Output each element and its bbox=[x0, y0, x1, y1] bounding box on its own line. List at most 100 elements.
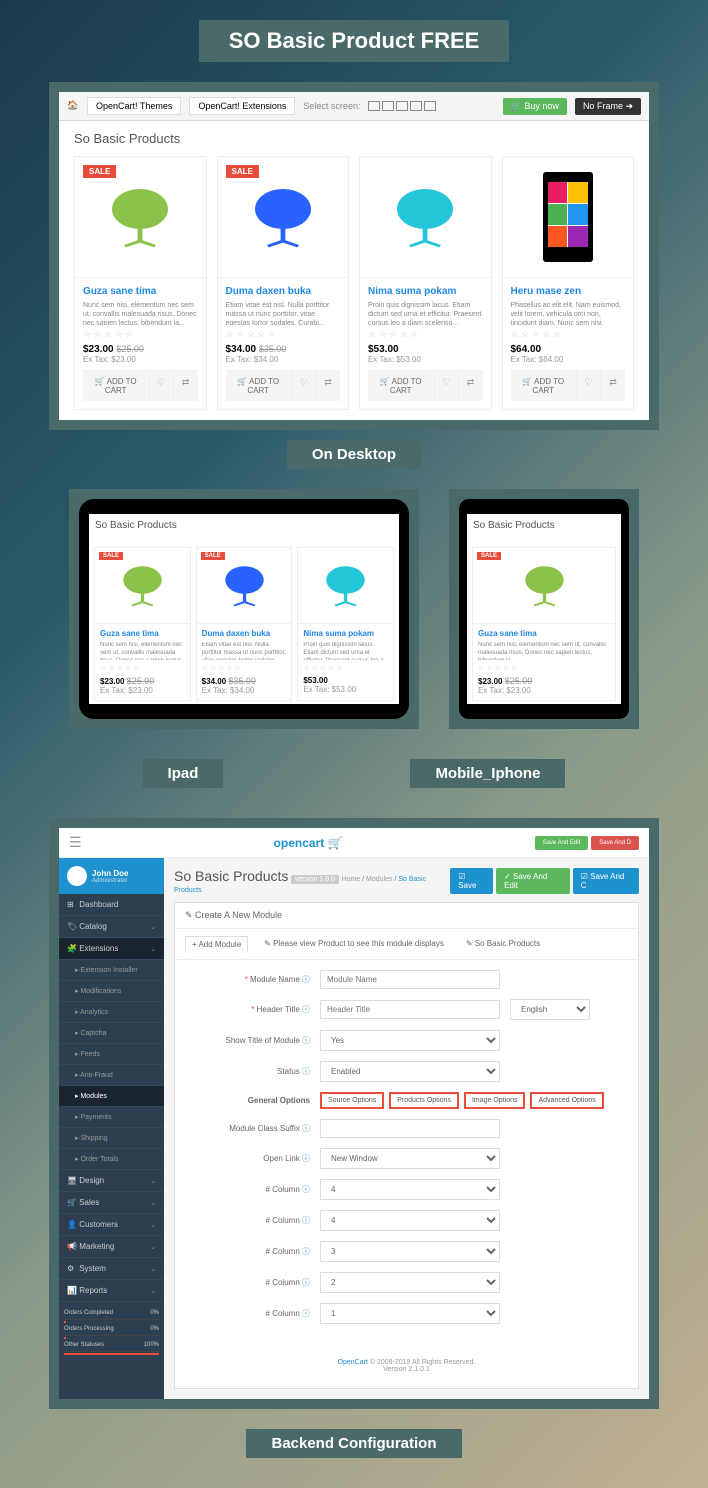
product-card[interactable]: Nima suma pokam Proin quis dignissim lac… bbox=[297, 547, 394, 701]
product-card[interactable]: SALE Duma daxen buka Etiam vitae est nis… bbox=[217, 156, 350, 410]
info-icon[interactable]: ⓘ bbox=[302, 1005, 310, 1014]
option-tab[interactable]: Image Options bbox=[464, 1092, 526, 1109]
show-title-select[interactable]: Yes bbox=[320, 1030, 500, 1051]
info-icon[interactable]: ⓘ bbox=[302, 1309, 310, 1318]
save-del-top[interactable]: Save And D bbox=[591, 836, 639, 850]
save-new-button[interactable]: ☑ Save And C bbox=[573, 868, 639, 894]
sidebar-item-modules[interactable]: ▸ Modules bbox=[59, 1086, 164, 1107]
product-card[interactable]: SALE Guza sane tima Nunc sem nisi, eleme… bbox=[74, 156, 207, 410]
form-label: # Column ⓘ bbox=[190, 1308, 310, 1319]
no-frame-button[interactable]: No Frame ➜ bbox=[575, 98, 641, 115]
tab-info[interactable]: ✎ Please view Product to see this module… bbox=[258, 936, 450, 952]
product-card[interactable]: SALE Guza sane tima Nunc sem nisi, eleme… bbox=[472, 547, 616, 701]
sidebar-item-catalog[interactable]: 🏷 Catalog⌄ bbox=[59, 916, 164, 938]
price-tax: Ex Tax: $23.00 bbox=[478, 686, 610, 695]
product-price: $53.00 bbox=[303, 676, 388, 685]
option-tab[interactable]: Advanced Options bbox=[530, 1092, 603, 1109]
sidebar-item-reports[interactable]: 📊 Reports⌄ bbox=[59, 1280, 164, 1302]
info-icon[interactable]: ⓘ bbox=[302, 1278, 310, 1287]
wishlist-icon[interactable]: ♡ bbox=[577, 371, 601, 401]
add-to-cart-button[interactable]: 🛒 ADD TO CART bbox=[83, 371, 150, 401]
wishlist-icon[interactable]: ♡ bbox=[150, 371, 174, 401]
compare-icon[interactable]: ⇄ bbox=[601, 371, 625, 401]
column-select-3[interactable]: 3 bbox=[320, 1241, 500, 1262]
info-icon[interactable]: ⓘ bbox=[302, 1067, 310, 1076]
info-icon[interactable]: ⓘ bbox=[302, 1154, 310, 1163]
column-select-2[interactable]: 4 bbox=[320, 1210, 500, 1231]
sidebar-item-modifications[interactable]: ▸ Modifications bbox=[59, 981, 164, 1002]
extensions-tab[interactable]: OpenCart! Extensions bbox=[189, 97, 295, 115]
module-name-input[interactable] bbox=[320, 970, 500, 989]
themes-tab[interactable]: OpenCart! Themes bbox=[87, 97, 181, 115]
compare-icon[interactable]: ⇄ bbox=[459, 371, 483, 401]
product-name[interactable]: Guza sane tima bbox=[100, 629, 185, 638]
sidebar-item-extensions[interactable]: 🧩 Extensions⌄ bbox=[59, 938, 164, 960]
hamburger-icon[interactable]: ☰ bbox=[69, 834, 82, 851]
info-icon[interactable]: ⓘ bbox=[302, 975, 310, 984]
product-card[interactable]: SALE Duma daxen buka Etiam vitae est nis… bbox=[196, 547, 293, 701]
user-block[interactable]: John DoeAdministrator bbox=[59, 858, 164, 894]
wishlist-icon[interactable]: ♡ bbox=[435, 371, 459, 401]
info-icon[interactable]: ⓘ bbox=[302, 1216, 310, 1225]
wishlist-icon[interactable]: ♡ bbox=[292, 371, 316, 401]
info-icon[interactable]: ⓘ bbox=[302, 1036, 310, 1045]
sidebar-item-sales[interactable]: 🛒 Sales⌄ bbox=[59, 1192, 164, 1214]
language-select[interactable]: English bbox=[510, 999, 590, 1020]
product-card[interactable]: Heru mase zen Phasellus ac elit elit. Na… bbox=[502, 156, 635, 410]
info-icon[interactable]: ⓘ bbox=[302, 1247, 310, 1256]
column-select-4[interactable]: 2 bbox=[320, 1272, 500, 1293]
sidebar-item-captcha[interactable]: ▸ Captcha bbox=[59, 1023, 164, 1044]
price-tax: Ex Tax: $53.00 bbox=[303, 685, 388, 694]
sidebar-item-feeds[interactable]: ▸ Feeds bbox=[59, 1044, 164, 1065]
rating-stars: ☆ ☆ ☆ ☆ ☆ bbox=[83, 329, 198, 340]
save-edit-button[interactable]: ✓ Save And Edit bbox=[496, 868, 570, 894]
tab-current[interactable]: ✎ So Basic Products bbox=[460, 936, 546, 952]
sidebar-item-analytics[interactable]: ▸ Analytics bbox=[59, 1002, 164, 1023]
menu-icon: 📊 bbox=[67, 1286, 77, 1295]
product-name[interactable]: Heru mase zen bbox=[511, 286, 626, 297]
product-name[interactable]: Guza sane tima bbox=[478, 629, 610, 638]
product-name[interactable]: Nima suma pokam bbox=[303, 629, 388, 638]
open-link-select[interactable]: New Window bbox=[320, 1148, 500, 1169]
add-to-cart-button[interactable]: 🛒 ADD TO CART bbox=[226, 371, 293, 401]
buy-now-button[interactable]: 🛒 Buy now bbox=[503, 98, 567, 115]
desktop-label: On Desktop bbox=[287, 440, 421, 469]
sidebar-item-marketing[interactable]: 📢 Marketing⌄ bbox=[59, 1236, 164, 1258]
sidebar-item-system[interactable]: ⚙ System⌄ bbox=[59, 1258, 164, 1280]
sidebar-item-dashboard[interactable]: ⊞ Dashboard bbox=[59, 894, 164, 916]
menu-icon: 🧩 bbox=[67, 944, 77, 953]
sidebar-item-extension-installer[interactable]: ▸ Extension Installer bbox=[59, 960, 164, 981]
info-icon[interactable]: ⓘ bbox=[302, 1124, 310, 1133]
tab-add-module[interactable]: + Add Module bbox=[185, 936, 248, 953]
column-select-5[interactable]: 1 bbox=[320, 1303, 500, 1324]
sidebar-item-customers[interactable]: 👤 Customers⌄ bbox=[59, 1214, 164, 1236]
sidebar-item-order-totals[interactable]: ▸ Order Totals bbox=[59, 1149, 164, 1170]
status-select[interactable]: Enabled bbox=[320, 1061, 500, 1082]
sidebar-item-payments[interactable]: ▸ Payments bbox=[59, 1107, 164, 1128]
home-icon[interactable]: 🏠 bbox=[67, 100, 79, 112]
menu-icon: ⊞ bbox=[67, 900, 77, 909]
product-name[interactable]: Duma daxen buka bbox=[202, 629, 287, 638]
suffix-input[interactable] bbox=[320, 1119, 500, 1138]
screen-selector[interactable] bbox=[368, 101, 436, 111]
compare-icon[interactable]: ⇄ bbox=[316, 371, 340, 401]
add-to-cart-button[interactable]: 🛒 ADD TO CART bbox=[511, 371, 578, 401]
add-to-cart-button[interactable]: 🛒 ADD TO CART bbox=[368, 371, 435, 401]
option-tab[interactable]: Products Options bbox=[389, 1092, 459, 1109]
save-new-top[interactable]: Save And Edit bbox=[535, 836, 589, 850]
product-card[interactable]: Nima suma pokam Proin quis dignissim lac… bbox=[359, 156, 492, 410]
info-icon[interactable]: ⓘ bbox=[302, 1185, 310, 1194]
header-title-input[interactable] bbox=[320, 1000, 500, 1019]
sidebar-item-anti-fraud[interactable]: ▸ Anti-Fraud bbox=[59, 1065, 164, 1086]
sidebar-item-shipping[interactable]: ▸ Shipping bbox=[59, 1128, 164, 1149]
product-description: Proin quis dignissim lacus. Etiam dictum… bbox=[368, 301, 483, 325]
save-button[interactable]: ☑ Save bbox=[450, 868, 493, 894]
product-card[interactable]: SALE Guza sane tima Nunc sem nisi, eleme… bbox=[94, 547, 191, 701]
product-name[interactable]: Nima suma pokam bbox=[368, 286, 483, 297]
product-name[interactable]: Guza sane tima bbox=[83, 286, 198, 297]
column-select-1[interactable]: 4 bbox=[320, 1179, 500, 1200]
sidebar-item-design[interactable]: 🖥 Design⌄ bbox=[59, 1170, 164, 1192]
compare-icon[interactable]: ⇄ bbox=[174, 371, 198, 401]
option-tab[interactable]: Source Options bbox=[320, 1092, 384, 1109]
product-name[interactable]: Duma daxen buka bbox=[226, 286, 341, 297]
